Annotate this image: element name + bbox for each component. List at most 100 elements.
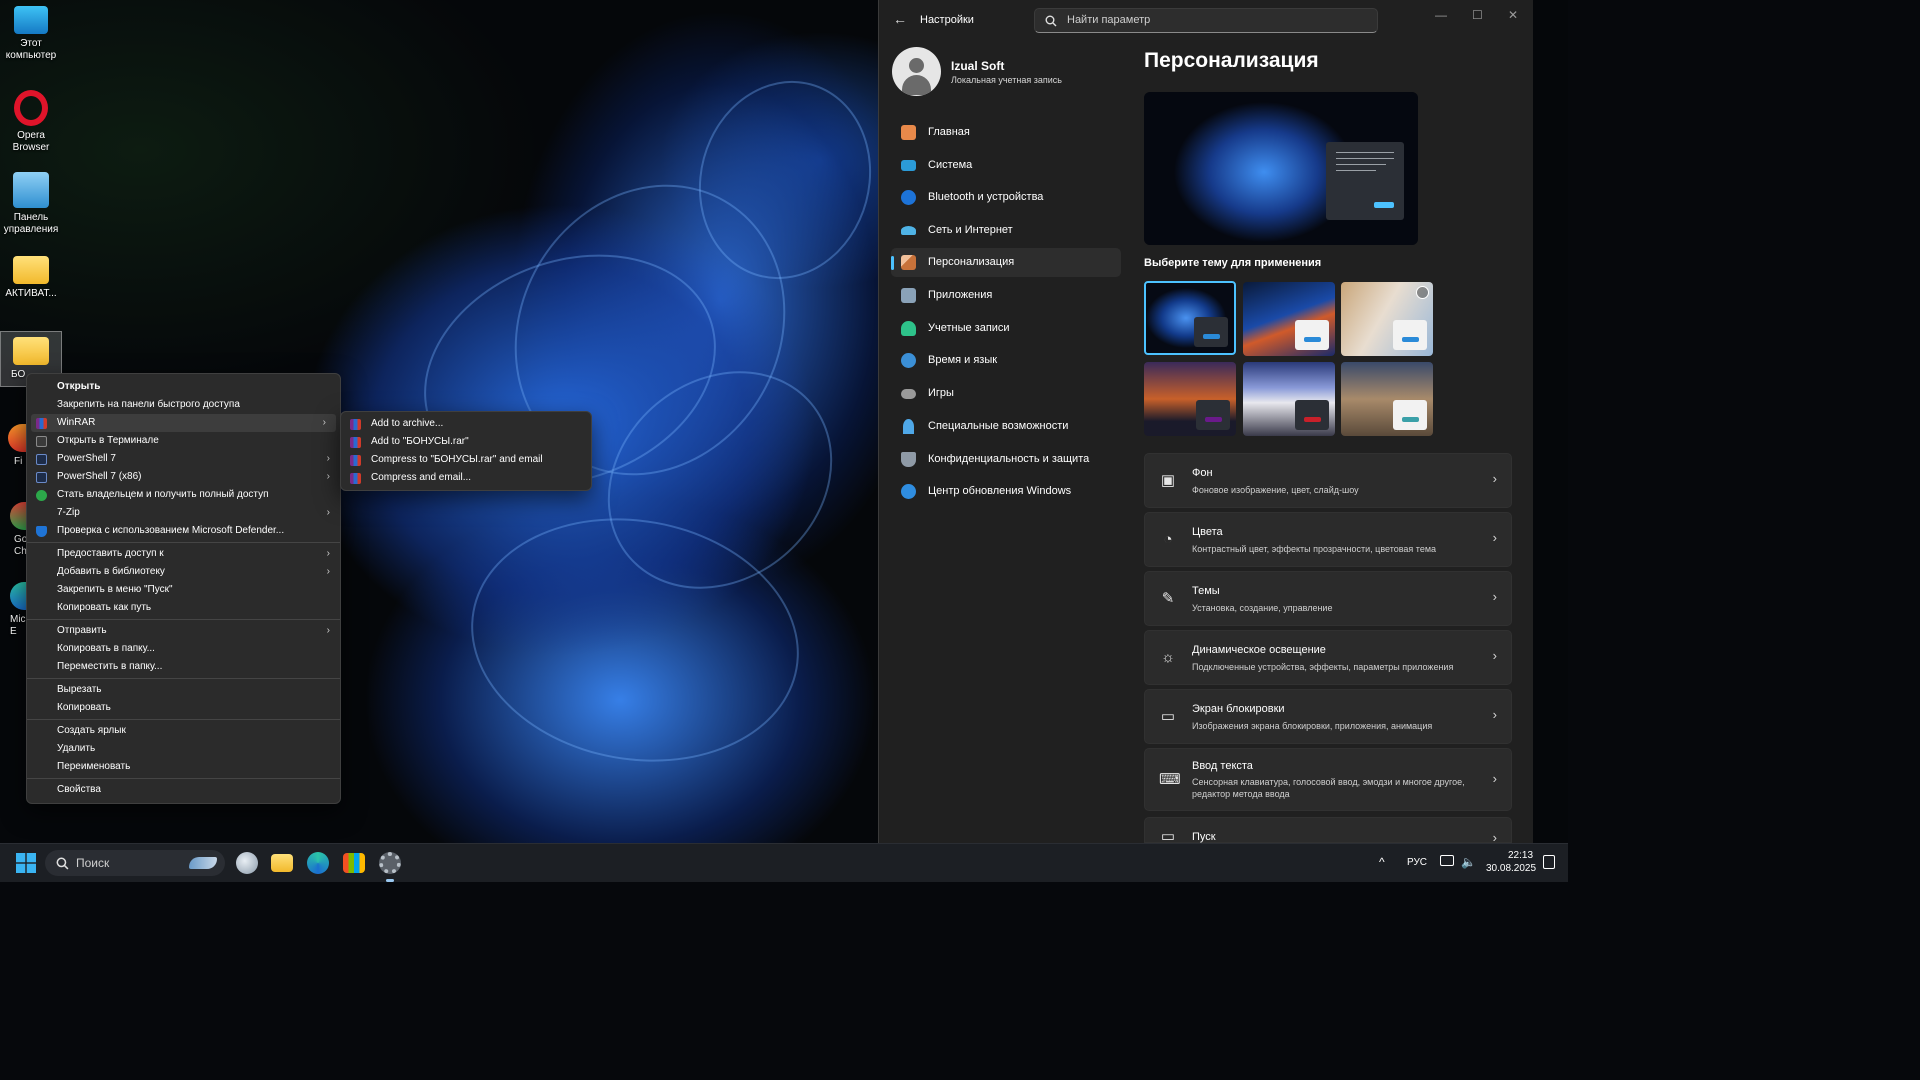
search-highlight-icon: [189, 857, 217, 869]
menu-item-pin-start[interactable]: Закрепить в меню "Пуск": [27, 581, 340, 599]
card-dynamic-lighting[interactable]: ☼ Динамическое освещение Подключенные ус…: [1144, 630, 1512, 685]
chevron-up-icon[interactable]: ^: [1379, 855, 1385, 869]
settings-search-input[interactable]: Найти параметр: [1034, 8, 1378, 33]
menu-item-open[interactable]: Открыть: [27, 378, 340, 396]
nav-item-gaming[interactable]: Игры: [891, 379, 1121, 408]
clock-date[interactable]: 30.08.2025: [1486, 863, 1536, 874]
theme-mini-window: [1295, 400, 1329, 430]
nav-item-windows-update[interactable]: Центр обновления Windows: [891, 477, 1121, 506]
submenu-item-add-to-archive[interactable]: Add to archive...: [341, 415, 591, 433]
nav-item-accessibility[interactable]: Специальные возможности: [891, 412, 1121, 441]
menu-item-copy-to-folder[interactable]: Копировать в папку...: [27, 640, 340, 658]
card-subtitle: Сенсорная клавиатура, голосовой ввод, эм…: [1192, 777, 1465, 799]
nav-item-time-language[interactable]: Время и язык: [891, 346, 1121, 375]
store-icon[interactable]: [343, 853, 365, 873]
notification-icon[interactable]: [1543, 855, 1555, 869]
winrar-icon: [350, 473, 361, 484]
menu-item-copy[interactable]: Копировать: [27, 699, 340, 717]
theme-option-car[interactable]: [1243, 362, 1335, 436]
maximize-button[interactable]: ☐: [1472, 8, 1483, 22]
menu-item-open-terminal[interactable]: Открыть в Терминале: [27, 432, 340, 450]
menu-item-pin-quick-access[interactable]: Закрепить на панели быстрого доступа: [27, 396, 340, 414]
nav-item-home[interactable]: Главная: [891, 118, 1121, 147]
close-button[interactable]: ✕: [1508, 8, 1518, 22]
menu-item-rename[interactable]: Переименовать: [27, 758, 340, 776]
desktop-icon-activator[interactable]: АКТИВАТ...: [0, 250, 62, 300]
widgets-icon[interactable]: [236, 852, 258, 874]
clock-time[interactable]: 22:13: [1508, 850, 1533, 861]
desktop-icon-edge[interactable]: Mic E: [0, 576, 26, 638]
nav-item-apps[interactable]: Приложения: [891, 281, 1121, 310]
menu-item-winrar[interactable]: WinRAR ›: [31, 414, 336, 432]
card-background[interactable]: ▣ Фон Фоновое изображение, цвет, слайд-ш…: [1144, 453, 1512, 508]
user-account-type: Локальная учетная запись: [951, 75, 1062, 85]
desktop-icon-this-pc[interactable]: Этот компьютер: [0, 0, 62, 62]
menu-item-powershell7-x86[interactable]: PowerShell 7 (x86) ›: [27, 468, 340, 486]
chevron-right-icon: ›: [1492, 530, 1497, 545]
card-text-input[interactable]: ⌨ Ввод текста Сенсорная клавиатура, голо…: [1144, 748, 1512, 811]
back-arrow-icon[interactable]: ←: [893, 11, 907, 27]
network-icon[interactable]: [1440, 855, 1454, 866]
menu-separator: [27, 619, 340, 620]
menu-item-cut[interactable]: Вырезать: [27, 681, 340, 699]
menu-item-include-library[interactable]: Добавить в библиотеку ›: [27, 563, 340, 581]
folder-icon: [13, 337, 49, 365]
user-avatar[interactable]: [892, 47, 941, 96]
edge-icon[interactable]: [307, 852, 329, 874]
desktop-icon-firefox[interactable]: Fi: [0, 418, 26, 468]
nav-item-system[interactable]: Система: [891, 151, 1121, 180]
taskbar-search[interactable]: Поиск: [45, 850, 225, 876]
menu-item-create-shortcut[interactable]: Создать ярлык: [27, 722, 340, 740]
nav-item-accounts[interactable]: Учетные записи: [891, 314, 1121, 343]
desktop-icon-opera[interactable]: Opera Browser: [0, 84, 62, 154]
menu-item-delete[interactable]: Удалить: [27, 740, 340, 758]
nav-item-personalization[interactable]: Персонализация: [891, 248, 1121, 277]
chevron-right-icon: ›: [322, 417, 326, 428]
submenu-item-add-to-rar[interactable]: Add to "БОНУСЫ.rar": [341, 433, 591, 451]
menu-item-properties[interactable]: Свойства: [27, 781, 340, 799]
desktop-icon-control-panel[interactable]: Панель управления: [0, 166, 62, 236]
theme-option-blossom[interactable]: [1341, 282, 1433, 356]
nav-item-network[interactable]: Сеть и Интернет: [891, 216, 1121, 245]
nav-item-privacy[interactable]: Конфиденциальность и защита: [891, 445, 1121, 474]
file-explorer-icon[interactable]: [271, 854, 293, 872]
theme-option-landscape[interactable]: [1341, 362, 1433, 436]
menu-item-7zip[interactable]: 7-Zip ›: [27, 504, 340, 522]
theme-option-sunset[interactable]: [1144, 362, 1236, 436]
menu-item-give-access[interactable]: Предоставить доступ к ›: [27, 545, 340, 563]
search-icon: [56, 857, 69, 870]
chevron-right-icon: ›: [1492, 471, 1497, 486]
nav-item-bluetooth[interactable]: Bluetooth и устройства: [891, 183, 1121, 212]
card-title: Цвета: [1192, 526, 1223, 538]
theme-accent-swatch: [1402, 417, 1419, 422]
desktop-icon-label: Этот компьютер: [5, 38, 57, 61]
volume-icon[interactable]: 🔈: [1461, 855, 1476, 869]
theme-option-windows-glow[interactable]: [1243, 282, 1335, 356]
card-colors[interactable]: ◔ Цвета Контрастный цвет, эффекты прозра…: [1144, 512, 1512, 567]
menu-item-defender-scan[interactable]: Проверка с использованием Microsoft Defe…: [27, 522, 340, 540]
menu-item-take-ownership[interactable]: Стать владельцем и получить полный досту…: [27, 486, 340, 504]
brush-icon: ✎: [1161, 590, 1175, 607]
menu-item-send-to[interactable]: Отправить ›: [27, 622, 340, 640]
theme-accent-swatch: [1402, 337, 1419, 342]
menu-item-move-to-folder[interactable]: Переместить в папку...: [27, 658, 340, 676]
language-indicator[interactable]: РУС: [1407, 857, 1427, 868]
desktop-icon-label: АКТИВАТ...: [5, 288, 57, 299]
menu-item-powershell7[interactable]: PowerShell 7 ›: [27, 450, 340, 468]
card-themes[interactable]: ✎ Темы Установка, создание, управление ›: [1144, 571, 1512, 626]
theme-option-blue-rose[interactable]: [1144, 281, 1236, 355]
card-lock-screen[interactable]: ▭ Экран блокировки Изображения экрана бл…: [1144, 689, 1512, 744]
apps-icon: [901, 288, 916, 303]
card-start[interactable]: ▭ Пуск ›: [1144, 817, 1512, 845]
taskbar: Поиск ^ РУС 🔈 22:13 30.08.2025: [0, 843, 1568, 882]
minimize-button[interactable]: —: [1435, 8, 1447, 22]
menu-item-copy-path[interactable]: Копировать как путь: [27, 599, 340, 617]
start-button[interactable]: [16, 853, 36, 873]
theme-accent-swatch: [1205, 417, 1222, 422]
settings-gear-icon[interactable]: [379, 852, 401, 874]
winrar-icon: [350, 437, 361, 448]
desktop-icon-chrome[interactable]: Go Ch: [0, 496, 27, 558]
submenu-item-compress-email[interactable]: Compress and email...: [341, 469, 591, 487]
submenu-item-compress-email-rar[interactable]: Compress to "БОНУСЫ.rar" and email: [341, 451, 591, 469]
display-icon: [901, 160, 916, 171]
